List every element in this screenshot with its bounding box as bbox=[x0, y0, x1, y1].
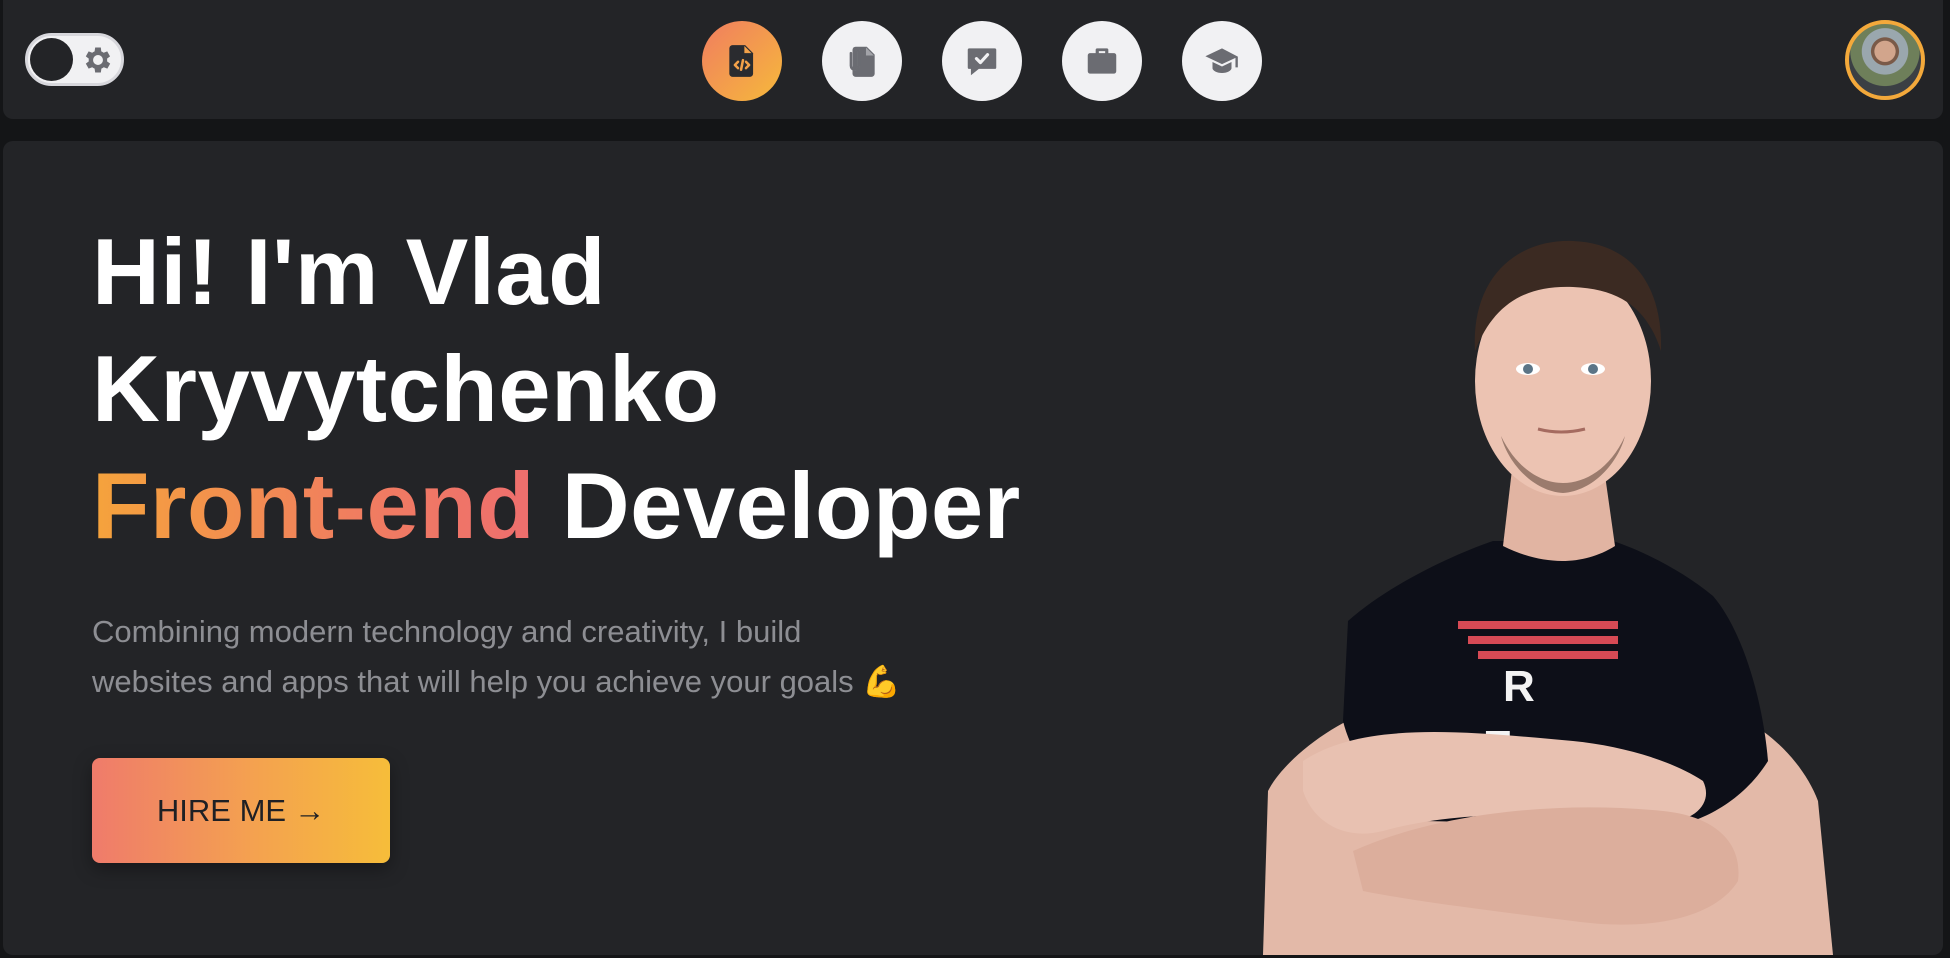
description-line-2: websites and apps that will help you ach… bbox=[92, 664, 854, 699]
description-line-1: Combining modern technology and creativi… bbox=[92, 614, 802, 649]
profile-avatar[interactable] bbox=[1845, 20, 1925, 100]
arrow-right-icon: → bbox=[294, 792, 326, 828]
nav-reviews-button[interactable] bbox=[942, 21, 1022, 101]
role-accent: Front-end bbox=[92, 453, 536, 558]
toggle-knob[interactable] bbox=[30, 38, 73, 81]
nav-attachments-button[interactable] bbox=[822, 21, 902, 101]
paperclip-file-icon bbox=[849, 46, 875, 77]
nav-education-button[interactable] bbox=[1182, 21, 1262, 101]
chat-check-icon bbox=[967, 48, 997, 76]
flexed-biceps-icon: 💪 bbox=[862, 664, 901, 699]
hire-me-label: HIRE ME bbox=[156, 792, 287, 828]
briefcase-icon bbox=[1087, 48, 1117, 74]
theme-toggle[interactable] bbox=[25, 33, 124, 86]
gear-icon bbox=[85, 47, 111, 73]
hero-description: Combining modern technology and creativi… bbox=[92, 607, 992, 707]
top-navigation-bar bbox=[3, 0, 1943, 119]
hire-me-button[interactable]: HIRE ME → bbox=[92, 758, 390, 863]
hero-section: Hi! I'm Vlad Kryvytchenko Front-end Deve… bbox=[3, 141, 1943, 955]
graduation-cap-icon bbox=[1205, 48, 1238, 74]
nav-portfolio-button[interactable] bbox=[1062, 21, 1142, 101]
portrait-photo: R E bbox=[1263, 240, 1833, 955]
headline-surname: Kryvytchenko bbox=[92, 336, 720, 441]
headline-greeting: Hi! I'm Vlad bbox=[92, 219, 607, 324]
role-rest: Developer bbox=[561, 453, 1021, 558]
headline-role: Front-end Developer bbox=[92, 447, 1021, 564]
file-code-icon bbox=[729, 45, 754, 77]
hero-headline: Hi! I'm Vlad Kryvytchenko Front-end Deve… bbox=[92, 213, 1021, 564]
svg-text:R: R bbox=[1503, 662, 1535, 711]
nav-code-file-button[interactable] bbox=[702, 21, 782, 101]
